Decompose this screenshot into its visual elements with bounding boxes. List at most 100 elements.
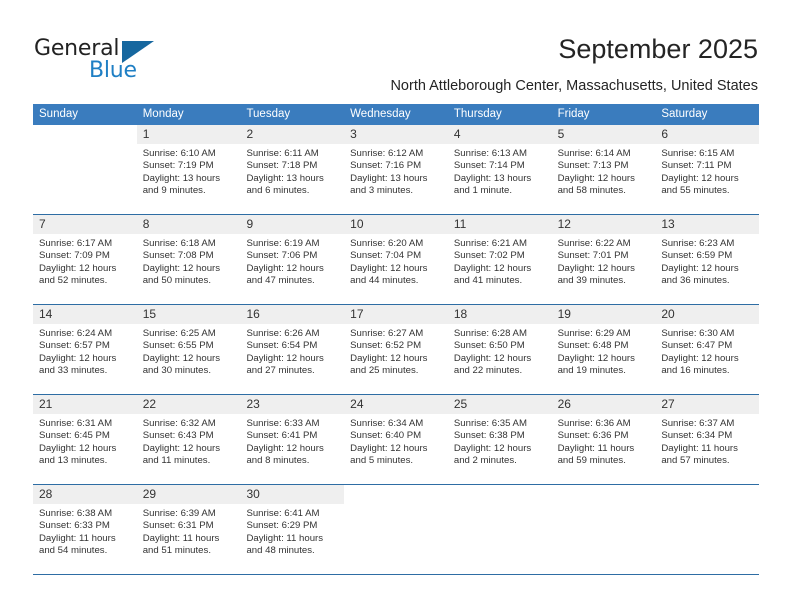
sunrise-text: Sunrise: 6:12 AM: [350, 148, 424, 159]
day-number: 15: [142, 307, 157, 321]
weekday-wednesday: Wednesday: [350, 108, 411, 120]
sunrise-text: Sunrise: 6:20 AM: [350, 238, 424, 249]
day-info: Sunrise: 6:19 AM Sunset: 7:06 PM Daylight:…: [240, 234, 344, 288]
day-info: Sunrise: 6:27 AM Sunset: 6:52 PM Daylight:…: [344, 324, 448, 378]
day-number: 10: [350, 217, 364, 231]
calendar-day-cell[interactable]: 12 Sunrise: 6:22 AM Sunset: 7:01 PM Dayligh…: [551, 215, 656, 304]
day-info: Sunrise: 6:23 AM Sunset: 6:59 PM Daylight:…: [655, 234, 759, 288]
day-info: [344, 504, 448, 508]
calendar-day-cell[interactable]: 16 Sunrise: 6:26 AM Sunset: 6:54 PM Dayligh…: [240, 305, 345, 394]
sunrise-text: Sunrise: 6:30 AM: [661, 328, 735, 339]
calendar-day-cell[interactable]: 26 Sunrise: 6:36 AM Sunset: 6:36 PM Dayligh…: [551, 395, 656, 484]
day-number: 1: [142, 127, 150, 141]
daylight-text-line2: and 6 minutes.: [246, 185, 310, 197]
daylight-text-line2: and 33 minutes.: [39, 365, 108, 377]
calendar-day-cell[interactable]: 28 Sunrise: 6:38 AM Sunset: 6:33 PM Dayligh…: [33, 485, 137, 574]
day-number-band: 17: [344, 305, 448, 324]
sunset-text: Sunset: 6:31 PM: [142, 520, 214, 532]
day-number: 17: [350, 307, 364, 321]
calendar-day-cell[interactable]: 5 Sunrise: 6:14 AM Sunset: 7:13 PM Daylight…: [551, 125, 656, 214]
calendar-day-cell[interactable]: 24 Sunrise: 6:34 AM Sunset: 6:40 PM Dayligh…: [344, 395, 448, 484]
calendar-day-cell-empty: [344, 485, 448, 574]
calendar-day-cell[interactable]: 25 Sunrise: 6:35 AM Sunset: 6:38 PM Dayligh…: [447, 395, 552, 484]
calendar-day-cell[interactable]: 1 Sunrise: 6:10 AM Sunset: 7:19 PM Daylight…: [136, 125, 241, 214]
calendar-day-cell[interactable]: 18 Sunrise: 6:28 AM Sunset: 6:50 PM Dayligh…: [447, 305, 552, 394]
day-info: Sunrise: 6:17 AM Sunset: 7:09 PM Daylight:…: [33, 234, 137, 288]
calendar-day-cell[interactable]: 23 Sunrise: 6:33 AM Sunset: 6:41 PM Dayligh…: [240, 395, 345, 484]
daylight-text-line1: Daylight: 12 hours: [39, 442, 117, 454]
general-blue-logo[interactable]: General Blue: [34, 36, 184, 86]
daylight-text-line2: and 1 minute.: [453, 185, 513, 197]
day-number: 5: [557, 127, 565, 141]
day-number-band: 30: [240, 485, 345, 504]
daylight-text-line2: and 58 minutes.: [557, 185, 626, 197]
sunrise-text: Sunrise: 6:38 AM: [39, 508, 113, 519]
calendar-week-row: 28 Sunrise: 6:38 AM Sunset: 6:33 PM Dayligh…: [33, 484, 760, 574]
day-number-band: [655, 485, 759, 504]
page-subtitle: North Attleborough Center, Massachusetts…: [390, 78, 758, 94]
daylight-text-line1: Daylight: 12 hours: [557, 172, 635, 184]
day-number: 24: [350, 397, 364, 411]
day-number-band: 7: [33, 215, 137, 234]
day-info: Sunrise: 6:11 AM Sunset: 7:18 PM Daylight:…: [240, 144, 344, 198]
sunset-text: Sunset: 7:04 PM: [350, 250, 422, 262]
daylight-text-line1: Daylight: 12 hours: [246, 262, 324, 274]
day-info: Sunrise: 6:21 AM Sunset: 7:02 PM Daylight:…: [448, 234, 552, 288]
calendar-day-cell[interactable]: 30 Sunrise: 6:41 AM Sunset: 6:29 PM Dayligh…: [240, 485, 345, 574]
sunrise-text: Sunrise: 6:14 AM: [557, 148, 631, 159]
calendar-day-cell[interactable]: 15 Sunrise: 6:25 AM Sunset: 6:55 PM Dayligh…: [136, 305, 241, 394]
daylight-text-line2: and 48 minutes.: [246, 545, 315, 557]
calendar-day-cell[interactable]: 20 Sunrise: 6:30 AM Sunset: 6:47 PM Dayligh…: [655, 305, 760, 394]
calendar-day-cell[interactable]: 22 Sunrise: 6:32 AM Sunset: 6:43 PM Dayligh…: [136, 395, 241, 484]
calendar-day-cell[interactable]: 27 Sunrise: 6:37 AM Sunset: 6:34 PM Dayligh…: [655, 395, 760, 484]
daylight-text-line2: and 51 minutes.: [142, 545, 211, 557]
sunset-text: Sunset: 6:48 PM: [557, 340, 629, 352]
day-info: Sunrise: 6:24 AM Sunset: 6:57 PM Daylight:…: [33, 324, 137, 378]
calendar-day-cell[interactable]: 2 Sunrise: 6:11 AM Sunset: 7:18 PM Daylight…: [240, 125, 345, 214]
day-number: 6: [661, 127, 668, 141]
calendar-day-cell[interactable]: 7 Sunrise: 6:17 AM Sunset: 7:09 PM Daylight…: [33, 215, 137, 304]
daylight-text-line2: and 41 minutes.: [453, 275, 523, 287]
calendar-day-cell[interactable]: 8 Sunrise: 6:18 AM Sunset: 7:08 PM Daylight…: [136, 215, 241, 304]
calendar-day-cell[interactable]: 21 Sunrise: 6:31 AM Sunset: 6:45 PM Dayligh…: [33, 395, 137, 484]
daylight-text-line1: Daylight: 12 hours: [142, 442, 221, 454]
calendar-day-cell[interactable]: 9 Sunrise: 6:19 AM Sunset: 7:06 PM Daylight…: [240, 215, 345, 304]
daylight-text-line1: Daylight: 12 hours: [39, 352, 117, 364]
calendar-day-cell-empty: [33, 125, 137, 214]
calendar-day-cell[interactable]: 11 Sunrise: 6:21 AM Sunset: 7:02 PM Dayligh…: [447, 215, 552, 304]
calendar-day-cell[interactable]: 4 Sunrise: 6:13 AM Sunset: 7:14 PM Daylight…: [447, 125, 552, 214]
daylight-text-line2: and 22 minutes.: [453, 365, 523, 377]
page-header: General Blue September 2025 North Attleb…: [0, 0, 792, 100]
calendar-day-cell[interactable]: 17 Sunrise: 6:27 AM Sunset: 6:52 PM Dayligh…: [344, 305, 448, 394]
daylight-text-line1: Daylight: 12 hours: [350, 442, 428, 454]
day-number-band: 20: [655, 305, 760, 324]
calendar-day-cell-empty: [551, 485, 656, 574]
sunrise-text: Sunrise: 6:25 AM: [142, 328, 216, 339]
day-info: Sunrise: 6:10 AM Sunset: 7:19 PM Daylight:…: [137, 144, 241, 198]
day-number-band: 18: [447, 305, 552, 324]
day-number-band: 19: [551, 305, 656, 324]
sunset-text: Sunset: 7:06 PM: [246, 250, 318, 262]
calendar-day-cell[interactable]: 3 Sunrise: 6:12 AM Sunset: 7:16 PM Daylight…: [344, 125, 448, 214]
calendar-day-cell[interactable]: 19 Sunrise: 6:29 AM Sunset: 6:48 PM Dayligh…: [551, 305, 656, 394]
day-number-band: 23: [240, 395, 345, 414]
calendar-day-cell[interactable]: 13 Sunrise: 6:23 AM Sunset: 6:59 PM Dayligh…: [655, 215, 760, 304]
daylight-text-line1: Daylight: 12 hours: [557, 262, 635, 274]
calendar-day-cell[interactable]: 6 Sunrise: 6:15 AM Sunset: 7:11 PM Daylight…: [655, 125, 760, 214]
day-info: [33, 144, 137, 148]
day-number: 13: [661, 217, 675, 231]
day-number-band: 2: [240, 125, 345, 144]
daylight-text-line1: Daylight: 12 hours: [246, 352, 324, 364]
weekday-thursday: Thursday: [453, 108, 502, 120]
sunset-text: Sunset: 6:40 PM: [350, 430, 422, 442]
calendar-day-cell[interactable]: 14 Sunrise: 6:24 AM Sunset: 6:57 PM Dayligh…: [33, 305, 137, 394]
sunrise-text: Sunrise: 6:10 AM: [142, 148, 216, 159]
calendar-day-cell[interactable]: 10 Sunrise: 6:20 AM Sunset: 7:04 PM Dayligh…: [344, 215, 448, 304]
sunset-text: Sunset: 6:29 PM: [246, 520, 318, 532]
sunrise-text: Sunrise: 6:35 AM: [453, 418, 527, 429]
day-number-band: 1: [136, 125, 241, 144]
day-number: 2: [246, 127, 254, 141]
day-number: 4: [453, 127, 461, 141]
day-number: 14: [39, 307, 53, 321]
calendar-day-cell[interactable]: 29 Sunrise: 6:39 AM Sunset: 6:31 PM Dayligh…: [136, 485, 241, 574]
